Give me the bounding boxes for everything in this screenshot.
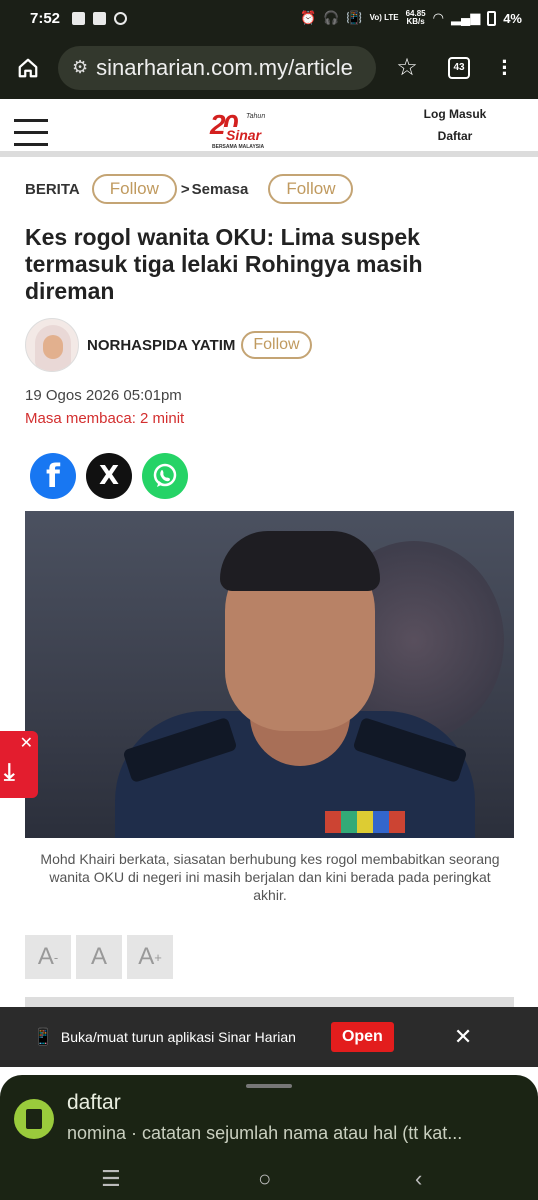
alarm-icon: ⏰ [300,10,317,25]
close-banner-icon[interactable]: ✕ [454,1024,472,1050]
register-link[interactable]: Daftar [418,125,492,147]
dictionary-icon [14,1099,54,1139]
login-link[interactable]: Log Masuk [418,103,492,125]
battery-percent: 4% [503,10,522,26]
article-headline: Kes rogol wanita OKU: Lima suspek termas… [25,224,423,304]
bookmark-star-icon[interactable]: ☆ [392,53,422,82]
photo-caption: Mohd Khairi berkata, siasatan berhubung … [40,851,500,903]
follow-subsection-button[interactable]: Follow [268,174,354,204]
font-normal-button[interactable]: A [76,935,122,979]
x-share-icon[interactable]: X [86,453,132,499]
browser-toolbar: ⚙ sinarharian.com.my/article ☆ 43 · · · [0,36,538,99]
site-header: 20 Tahun Sinar BERSAMA MALAYSIA Log Masu… [0,99,538,157]
app-banner-text: Buka/muat turun aplikasi Sinar Harian [60,1029,296,1045]
author-block: NORHASPIDA YATIM Follow [25,318,312,372]
battery-icon [487,10,497,26]
floating-download-widget[interactable]: ✕ ⤓ [0,731,38,798]
font-decrease-button[interactable]: A- [25,935,71,979]
notification-icon [72,11,86,25]
auth-links: Log Masuk Daftar [418,103,492,147]
share-buttons: f X [30,453,188,499]
open-app-button[interactable]: Open [330,1022,394,1052]
address-bar[interactable]: ⚙ sinarharian.com.my/article [58,45,376,90]
status-time: 7:52 [30,9,61,27]
ad-placeholder [25,997,514,1007]
recents-icon[interactable]: ☰ [101,1166,121,1192]
vibrate-icon: 📳 [346,10,363,25]
font-size-controls: A- A A + [25,935,173,979]
article-photo[interactable] [25,511,514,838]
dictionary-definition: nomina · catatan sejumlah nama atau hal … [67,1123,463,1143]
home-icon [18,58,38,77]
author-avatar[interactable] [25,318,79,372]
headset-icon: 🎧 [323,10,340,25]
tab-switcher-button[interactable]: 43 [448,56,470,79]
facebook-share-icon[interactable]: f [30,453,76,499]
net-speed: 64.85 KB/s [406,10,426,26]
follow-section-button[interactable]: Follow [91,174,177,204]
phone-icon: 📱 [33,1029,53,1046]
close-icon[interactable]: ✕ [20,733,33,753]
whatsapp-glyph-icon [153,463,177,487]
back-icon[interactable]: ‹ [415,1166,422,1192]
net-speed-unit: KB/s [406,17,425,26]
home-nav-icon[interactable]: ○ [258,1166,271,1192]
sheet-drag-handle[interactable] [246,1084,292,1088]
breadcrumb-section[interactable]: BERITA [25,181,80,198]
logo-tagline: Tahun [246,113,266,120]
url-text: sinarharian.com.my/article [96,54,353,80]
wifi-icon: ◠ [432,10,444,25]
sinar-harian-logo[interactable]: 20 Tahun Sinar BERSAMA MALAYSIA [210,109,272,151]
dictionary-word: daftar [67,1091,121,1114]
menu-kebab-icon[interactable]: · · · [498,50,512,84]
home-button[interactable] [10,50,46,86]
breadcrumb-subsection[interactable]: Semasa [192,181,249,198]
publish-date: 19 Ogos 2026 05:01pm [25,387,182,404]
system-nav-bar: ☰ ○ ‹ [0,1156,538,1200]
site-settings-icon[interactable]: ⚙ [72,57,88,78]
download-icon[interactable]: ⤓ [4,759,15,787]
app-install-banner: 📱 Buka/muat turun aplikasi Sinar Harian … [0,1007,538,1067]
read-time: Masa membaca: 2 minit [25,410,185,427]
app-notification-icon [93,11,107,25]
breadcrumb-separator: > [180,180,190,198]
font-increase-button[interactable]: A + [127,935,173,979]
status-bar: 7:52 ⏰ 🎧 📳 Vo) LTE 64.85 KB/s ◠ ▂▄▆ 4% [0,0,538,36]
hamburger-menu-icon[interactable] [14,119,48,155]
logo-sub: BERSAMA MALAYSIA [212,144,265,150]
fan-icon [114,11,128,25]
author-name[interactable]: NORHASPIDA YATIM [87,337,235,354]
network-type: Vo) LTE [369,13,399,22]
whatsapp-share-icon[interactable] [142,453,188,499]
logo-brand: Sinar [224,127,264,143]
follow-author-button[interactable]: Follow [241,331,312,359]
breadcrumb: BERITA Follow > Semasa Follow [25,174,354,204]
signal-icon: ▂▄▆ [450,10,481,25]
